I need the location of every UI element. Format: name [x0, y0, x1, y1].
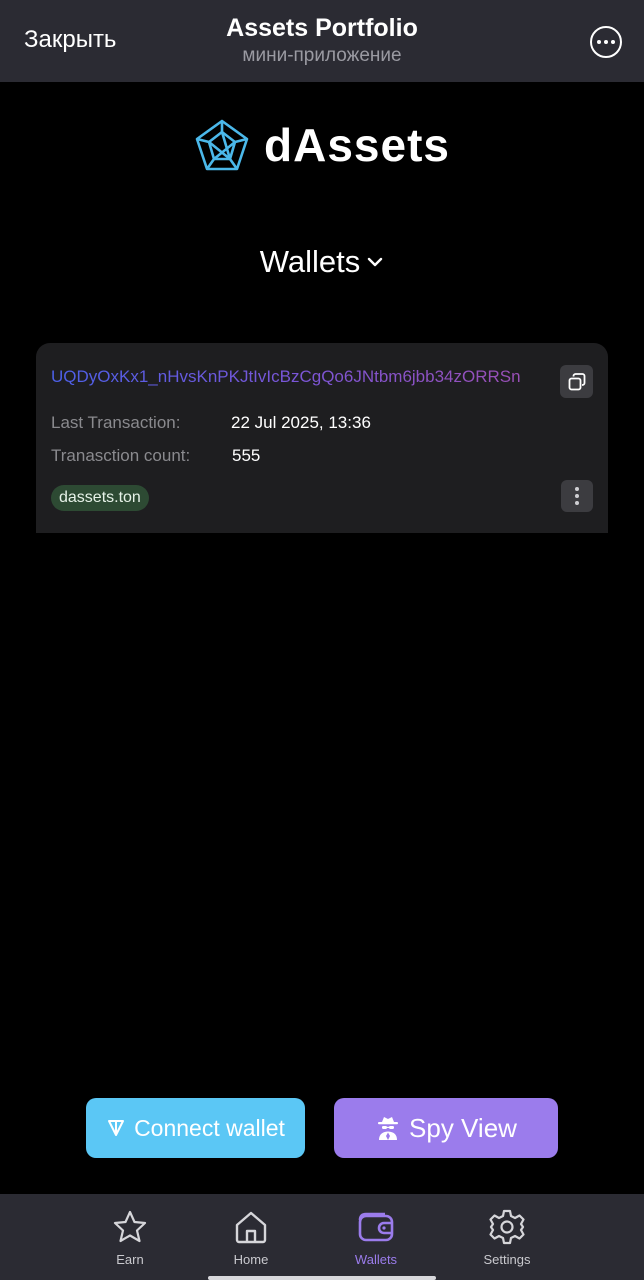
top-bar: Закрыть Assets Portfolio мини-приложение — [0, 0, 644, 82]
home-icon — [235, 1211, 267, 1244]
nav-label-wallets: Wallets — [354, 1252, 398, 1267]
dot-icon — [597, 40, 601, 44]
connect-wallet-button[interactable]: Connect wallet — [86, 1098, 305, 1158]
transaction-count-value: 555 — [232, 446, 261, 465]
spy-icon — [378, 1117, 399, 1140]
app-screen: Закрыть Assets Portfolio мини-приложение — [0, 0, 644, 1280]
spy-view-button[interactable]: Spy View — [334, 1098, 558, 1158]
dot-icon — [611, 40, 615, 44]
wallet-card: UQDyOxKx1_nHvsKnPKJtIvIcBzCgQo6JNtbm6jbb… — [36, 343, 608, 533]
home-indicator — [208, 1276, 436, 1280]
wallets-dropdown-label: Wallets — [259, 244, 361, 279]
app-subtitle: мини-приложение — [242, 45, 402, 66]
last-transaction-label: Last Transaction: — [51, 413, 181, 432]
domain-tag[interactable]: dassets.ton — [51, 485, 149, 511]
nav-label-settings: Settings — [483, 1252, 531, 1267]
more-options-button[interactable] — [590, 26, 622, 58]
wallets-dropdown[interactable]: Wallets — [0, 244, 644, 280]
nav-item-wallets[interactable]: Wallets — [316, 1194, 436, 1280]
dot-icon — [575, 487, 579, 491]
dot-icon — [575, 494, 579, 498]
title-block: Assets Portfolio мини-приложение — [0, 14, 644, 67]
chevron-down-icon — [368, 257, 383, 267]
nav-item-earn[interactable]: Earn — [70, 1194, 190, 1280]
last-transaction-value: 22 Jul 2025, 13:36 — [231, 413, 371, 432]
nav-item-home[interactable]: Home — [191, 1194, 311, 1280]
transaction-count-label: Tranasction count: — [51, 446, 191, 465]
connect-wallet-label: Connect wallet — [134, 1114, 285, 1141]
brand-logo: dAssets — [0, 118, 644, 172]
nav-label-home: Home — [233, 1252, 269, 1267]
dot-icon — [604, 40, 608, 44]
dot-icon — [575, 501, 579, 505]
wallet-menu-button[interactable] — [561, 480, 593, 512]
brand-name: dAssets — [264, 119, 450, 171]
gear-icon — [489, 1209, 525, 1245]
star-icon — [113, 1210, 147, 1243]
app-title: Assets Portfolio — [226, 14, 418, 42]
nav-item-settings[interactable]: Settings — [447, 1194, 567, 1280]
wallet-icon — [358, 1212, 394, 1242]
ton-icon — [108, 1120, 125, 1136]
copy-address-button[interactable] — [560, 365, 593, 398]
spy-view-label: Spy View — [409, 1112, 517, 1143]
wallet-address[interactable]: UQDyOxKx1_nHvsKnPKJtIvIcBzCgQo6JNtbm6jbb… — [51, 367, 531, 387]
pentagon-logo-icon — [195, 119, 249, 171]
copy-icon — [568, 372, 585, 390]
nav-label-earn: Earn — [116, 1252, 144, 1267]
bottom-nav: Earn Home Wallets Settings — [0, 1194, 644, 1280]
